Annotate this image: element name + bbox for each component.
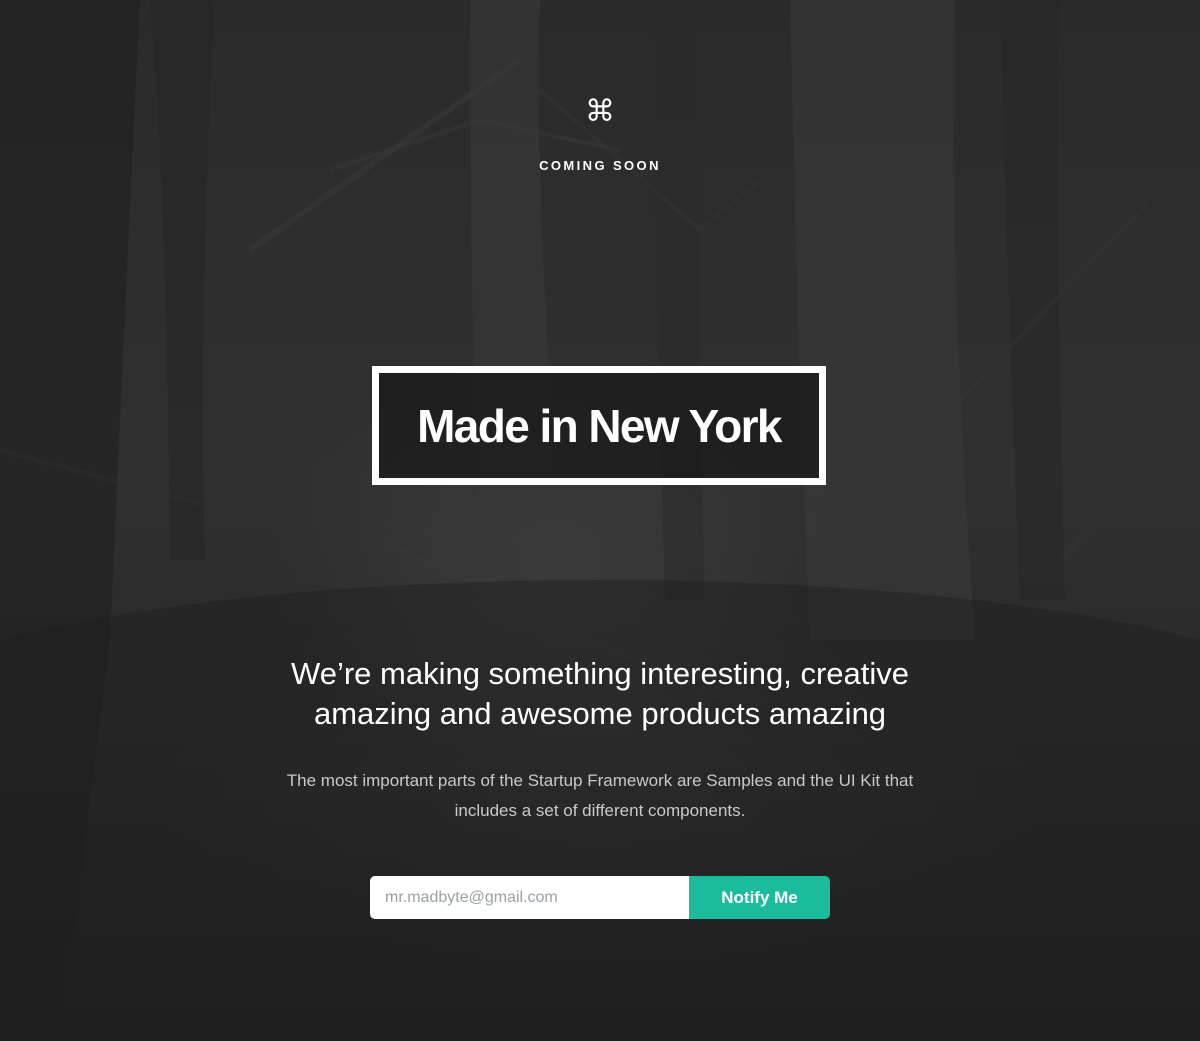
subscribe-form: Notify Me bbox=[370, 876, 830, 919]
coming-soon-label: COMING SOON bbox=[539, 158, 661, 173]
command-icon: ⌘ bbox=[585, 94, 615, 129]
page-title: Made in New York bbox=[417, 399, 782, 452]
email-field[interactable] bbox=[370, 876, 689, 919]
headline-frame: Made in New York bbox=[372, 366, 826, 485]
notify-me-button[interactable]: Notify Me bbox=[689, 876, 830, 919]
lead-text: We’re making something interesting, crea… bbox=[291, 656, 909, 731]
description-text: The most important parts of the Startup … bbox=[286, 771, 914, 820]
